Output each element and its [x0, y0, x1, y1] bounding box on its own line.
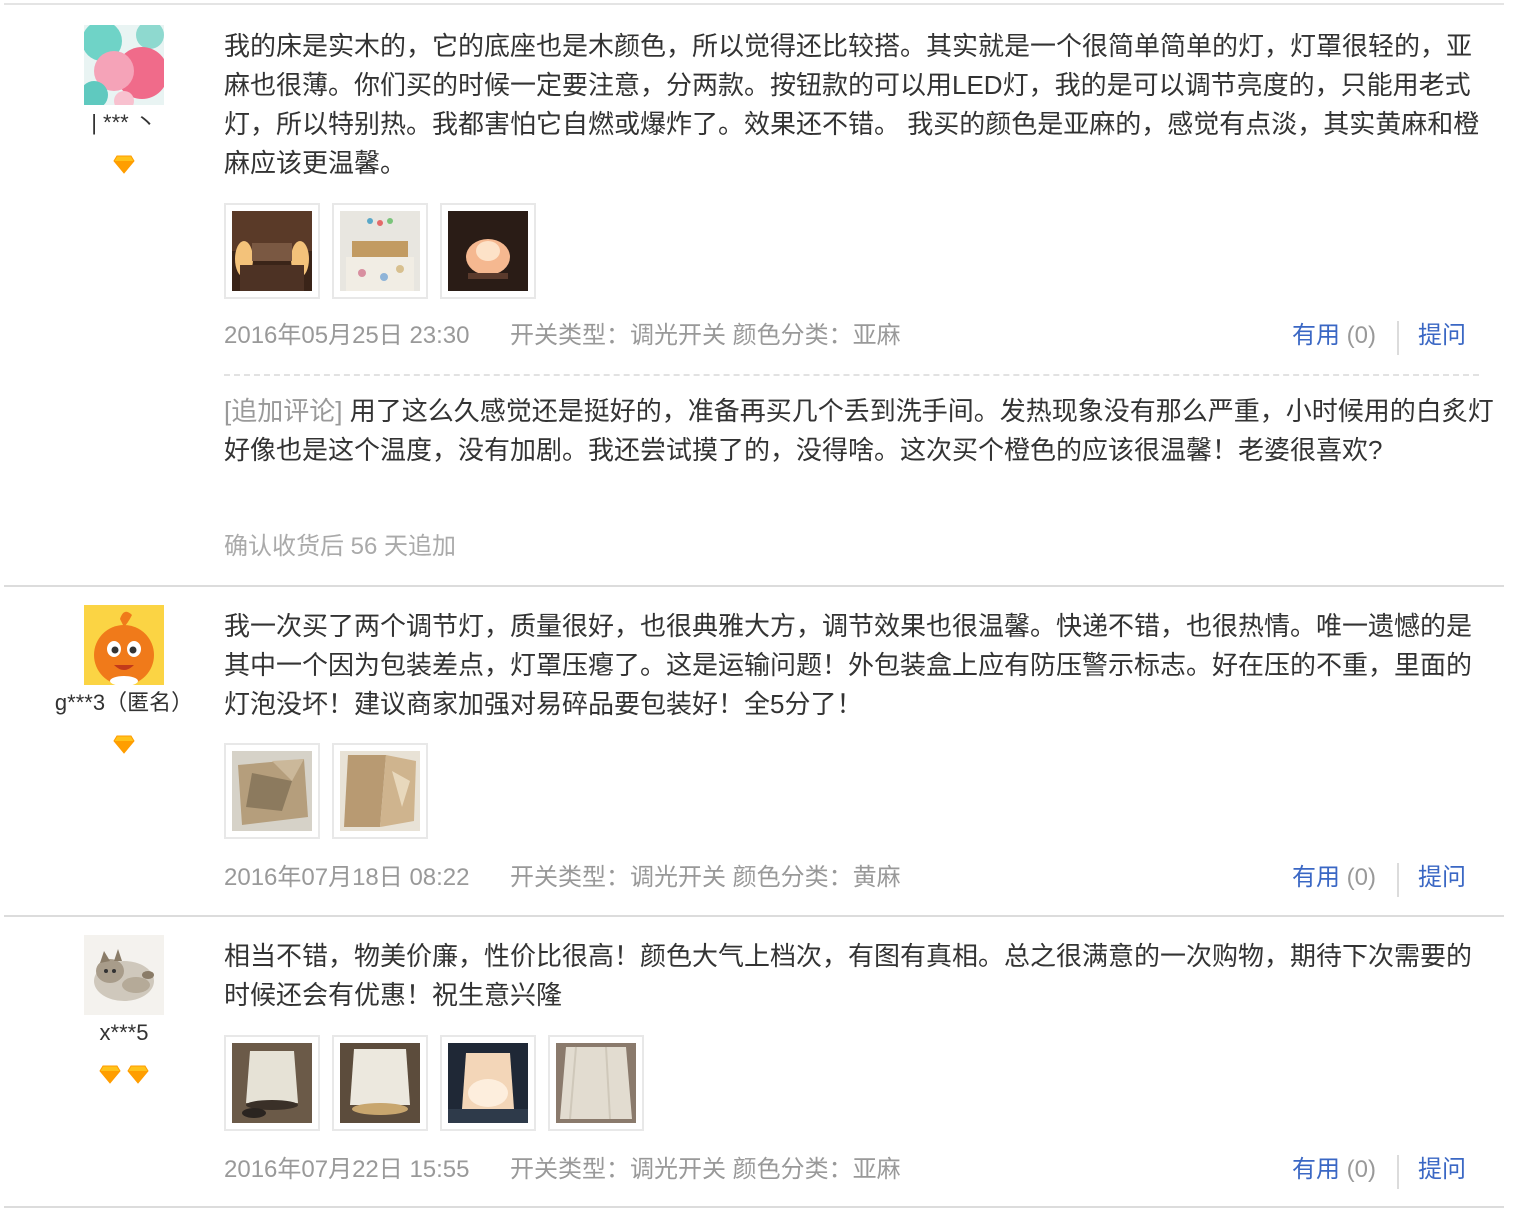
review-photo-thumb[interactable] [440, 1035, 536, 1131]
vip-level-badge [4, 154, 244, 174]
kitten-avatar-image [84, 935, 164, 1015]
review-photo-thumb[interactable] [440, 203, 536, 299]
review-separator [4, 1206, 1504, 1208]
ask-button[interactable]: 提问 [1418, 321, 1466, 351]
review-text: 相当不错，物美价廉，性价比很高！颜色大气上档次，有图有真相。总之很满意的一次购物… [224, 941, 1473, 1010]
review-meta: 2016年07月22日 15:55 开关类型：调光开关 颜色分类：亚麻 有用 (… [224, 1155, 1494, 1189]
review-photo-thumb[interactable] [224, 1035, 320, 1131]
diamond-icon [113, 735, 135, 754]
useful-button[interactable]: 有用 (0) [1292, 321, 1376, 351]
useful-label: 有用 [1292, 322, 1340, 349]
append-time: 确认收货后 56 天追加 [224, 533, 457, 560]
ask-button[interactable]: 提问 [1418, 863, 1466, 893]
sku-attributes: 开关类型：调光开关 颜色分类：亚麻 [510, 1156, 901, 1183]
user-nickname[interactable]: g***3（匿名） [4, 689, 244, 717]
review-photo-thumb[interactable] [548, 1035, 644, 1131]
sku-attributes: 开关类型：调光开关 颜色分类：亚麻 [510, 322, 901, 349]
vip-level-badge [4, 1064, 244, 1084]
user-avatar[interactable] [84, 25, 164, 105]
diamond-icon [127, 1065, 149, 1084]
review-text: 我一次买了两个调节灯，质量很好，也很典雅大方，调节效果也很温馨。快递不错，也很热… [224, 611, 1473, 719]
append-divider [224, 374, 1479, 376]
user-avatar[interactable] [84, 605, 164, 685]
review-text: 我的床是实木的，它的底座也是木颜色，所以觉得还比较搭。其实就是一个很简单简单的灯… [224, 31, 1480, 178]
append-review: [追加评论] 用了这么久感觉还是挺好的，准备再买几个丢到洗手间。发热现象没有那么… [224, 392, 1494, 470]
orange-mascot-avatar-image [84, 605, 164, 685]
review-item: g***3（匿名） 我一次买了两个调节灯，质量很好，也很典雅大方，调节效果也很温… [4, 587, 1504, 917]
review-photo-thumb[interactable] [332, 1035, 428, 1131]
user-nickname[interactable]: | *** 丶 [4, 109, 244, 137]
append-text: 用了这么久感觉还是挺好的，准备再买几个丢到洗手间。发热现象没有那么严重，小时候用… [224, 396, 1494, 465]
user-avatar[interactable] [84, 935, 164, 1015]
review-date: 2016年05月25日 23:30 [224, 322, 470, 349]
review-meta: 2016年05月25日 23:30 开关类型：调光开关 颜色分类：亚麻 有用 (… [224, 321, 1494, 355]
useful-count: (0) [1346, 864, 1377, 891]
useful-count: (0) [1346, 322, 1377, 349]
sku-attributes: 开关类型：调光开关 颜色分类：黄麻 [510, 864, 901, 891]
shade-side-photo [340, 751, 420, 831]
review-photo-thumb[interactable] [332, 743, 428, 839]
useful-label: 有用 [1292, 1156, 1340, 1183]
divider [1397, 321, 1399, 355]
review-item: x***5 相当不错，物美价廉，性价比很高！颜色大气上档次，有图有真相。总之很满… [4, 917, 1504, 1210]
bedroom-night-photo [232, 211, 312, 291]
lamp-shade-photo-2 [340, 1043, 420, 1123]
divider [1397, 863, 1399, 897]
lamp-glow-photo [448, 1043, 528, 1123]
append-tag: [追加评论] [224, 396, 343, 426]
review-date: 2016年07月18日 08:22 [224, 864, 470, 891]
review-photo-thumb[interactable] [224, 203, 320, 299]
divider [1397, 1155, 1399, 1189]
diamond-icon [99, 1065, 121, 1084]
review-date: 2016年07月22日 15:55 [224, 1156, 470, 1183]
lamp-shade-photo-1 [232, 1043, 312, 1123]
lamp-closeup-photo [556, 1043, 636, 1123]
review-photo-thumb[interactable] [224, 743, 320, 839]
user-nickname[interactable]: x***5 [4, 1019, 244, 1047]
bedroom-day-photo [340, 211, 420, 291]
useful-button[interactable]: 有用 (0) [1292, 1155, 1376, 1185]
circles-avatar-image [84, 25, 164, 105]
useful-label: 有用 [1292, 864, 1340, 891]
lamp-lit-photo [448, 211, 528, 291]
crushed-shade-photo [232, 751, 312, 831]
useful-count: (0) [1346, 1156, 1377, 1183]
ask-button[interactable]: 提问 [1418, 1155, 1466, 1185]
useful-button[interactable]: 有用 (0) [1292, 863, 1376, 893]
review-photo-thumb[interactable] [332, 203, 428, 299]
diamond-icon [113, 155, 135, 174]
vip-level-badge [4, 734, 244, 754]
review-meta: 2016年07月18日 08:22 开关类型：调光开关 颜色分类：黄麻 有用 (… [224, 863, 1494, 897]
review-item: | *** 丶 我的床是实木的，它的底座也是木颜色，所以觉得还比较搭。其实就是一… [4, 5, 1504, 587]
